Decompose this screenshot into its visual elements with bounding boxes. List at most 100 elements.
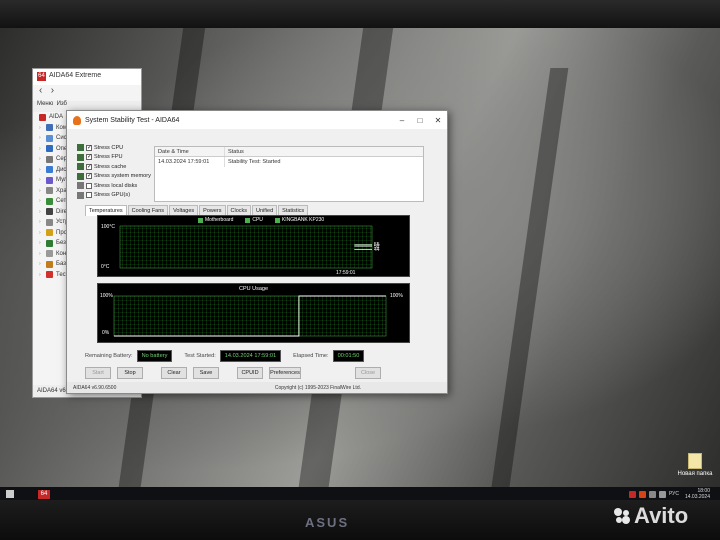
tray-network-icon[interactable] [648, 490, 656, 498]
tree-item-icon [46, 145, 53, 153]
menu-tab[interactable]: Меню [37, 101, 53, 107]
windows-start-icon[interactable] [6, 490, 14, 498]
chevron-right-icon[interactable]: › [39, 219, 44, 225]
stress-option-label: Stress system memory [94, 173, 151, 180]
tray-clock[interactable]: 18:00 14.03.2024 [685, 488, 710, 500]
chevron-right-icon[interactable]: › [39, 209, 44, 215]
desktop-folder-icon[interactable]: Новая папка [677, 453, 713, 477]
tray-language[interactable]: РУС [669, 491, 679, 497]
footer-copyright: Copyright (c) 1995-2023 FinalWire Ltd. [274, 384, 361, 391]
chevron-right-icon[interactable]: › [39, 230, 44, 236]
tray-flame-icon[interactable] [638, 490, 646, 498]
temp-y-bottom: 0°C [101, 264, 110, 270]
main-window-titlebar[interactable]: 64 AIDA64 Extreme [33, 69, 141, 85]
stress-option[interactable]: Stress local disks [77, 181, 155, 191]
close-button[interactable]: Close [355, 367, 381, 379]
main-nav-bar: ‹ › [33, 85, 141, 101]
start-button[interactable]: Start [85, 367, 111, 379]
stress-option-label: Stress cache [94, 163, 127, 170]
stress-option[interactable]: ✓ Stress FPU [77, 153, 155, 163]
chevron-right-icon[interactable]: › [39, 272, 44, 278]
stress-option-checkbox[interactable] [86, 182, 92, 189]
stress-option[interactable]: ✓ Stress CPU [77, 143, 155, 153]
stress-option-checkbox[interactable]: ✓ [86, 154, 92, 161]
monitor: Новая папка 64 AIDA64 Extreme ‹ › Меню Из… [0, 0, 720, 540]
stress-option-icon [77, 144, 84, 152]
chevron-right-icon[interactable]: › [39, 146, 44, 152]
stop-button[interactable]: Stop [117, 367, 143, 379]
chevron-right-icon[interactable]: › [39, 251, 44, 257]
stress-option[interactable]: Stress GPU(s) [77, 191, 155, 201]
back-arrow-icon[interactable]: ‹ [39, 85, 42, 96]
save-button[interactable]: Save [193, 367, 219, 379]
chevron-right-icon[interactable]: › [39, 261, 44, 267]
minimize-icon[interactable]: – [393, 116, 411, 125]
avito-dots-icon [614, 508, 630, 524]
chevron-right-icon[interactable]: › [39, 198, 44, 204]
stability-test-window[interactable]: System Stability Test - AIDA64 – □ ✕ ✓ St… [66, 110, 448, 394]
chevron-right-icon[interactable]: › [39, 188, 44, 194]
rock-crevice [489, 68, 569, 500]
legend-checkbox[interactable] [274, 217, 280, 223]
chevron-right-icon[interactable]: › [39, 125, 44, 131]
column-header-status[interactable]: Status [225, 147, 247, 156]
tray-volume-icon[interactable] [658, 490, 666, 498]
monitor-bezel-top [0, 0, 720, 28]
tree-item-icon [46, 197, 53, 205]
taskbar-aida64-icon[interactable]: 64 [38, 489, 50, 499]
chevron-right-icon[interactable]: › [39, 167, 44, 173]
favorites-tab[interactable]: Изб [57, 101, 67, 107]
tree-item-icon [46, 250, 53, 258]
legend-label: CPU [252, 217, 263, 223]
clear-button[interactable]: Clear [161, 367, 187, 379]
row-date: 14.03.2024 17:59:01 [155, 157, 225, 167]
aida64-logo-icon [39, 113, 46, 121]
tree-item-icon [46, 260, 53, 268]
legend-item[interactable]: KINGBANK KP230 [274, 217, 330, 223]
column-header-date[interactable]: Date & Time [155, 147, 225, 156]
stress-option-checkbox[interactable]: ✓ [86, 163, 92, 170]
legend-checkbox[interactable] [198, 217, 203, 223]
footer-version: AIDA64 v6.90.6500 [73, 384, 117, 391]
preferences-button[interactable]: Preferences [269, 367, 301, 379]
chevron-right-icon[interactable]: › [39, 135, 44, 141]
tree-item-icon [46, 271, 53, 279]
stress-option-checkbox[interactable]: ✓ [86, 173, 92, 180]
tray-aida64-icon[interactable] [628, 490, 636, 498]
legend-item[interactable]: Motherboard [198, 217, 239, 223]
chevron-right-icon[interactable]: › [39, 240, 44, 246]
tree-item-icon [46, 166, 53, 174]
cpuid-button[interactable]: CPUID [237, 367, 263, 379]
close-icon[interactable]: ✕ [429, 116, 447, 125]
tree-item-icon [46, 155, 53, 163]
status-table: Date & Time Status 14.03.2024 17:59:01 S… [154, 146, 424, 202]
table-row[interactable]: 14.03.2024 17:59:01 Stability Test: Star… [155, 157, 423, 167]
temperature-value-label: 44 [374, 246, 380, 253]
aida64-logo-icon: 64 [37, 72, 46, 81]
stress-option-checkbox[interactable] [86, 192, 92, 199]
stress-option[interactable]: ✓ Stress cache [77, 162, 155, 172]
stress-option-icon [77, 153, 84, 161]
stress-option-icon [77, 191, 84, 199]
tree-item-icon [46, 134, 53, 142]
chevron-right-icon[interactable]: › [39, 156, 44, 162]
tree-item-icon [46, 239, 53, 247]
stability-title: System Stability Test - AIDA64 [85, 116, 180, 124]
chevron-right-icon[interactable]: › [39, 177, 44, 183]
temp-time-label: 17:59:01 [336, 270, 356, 276]
cpu-y-top-right: 100% [390, 293, 403, 299]
legend-checkbox[interactable] [245, 217, 251, 223]
cpu-y-bottom-left: 0% [102, 330, 110, 336]
tree-item-icon [46, 208, 53, 216]
tree-item-icon [46, 176, 53, 184]
temperature-grid [119, 225, 373, 269]
maximize-icon[interactable]: □ [411, 116, 429, 125]
stability-titlebar[interactable]: System Stability Test - AIDA64 – □ ✕ [67, 111, 447, 129]
tree-item-icon [46, 218, 53, 226]
forward-arrow-icon[interactable]: › [51, 85, 54, 96]
stress-option-checkbox[interactable]: ✓ [86, 144, 92, 151]
system-tray: РУС 18:00 14.03.2024 [628, 487, 720, 501]
legend-item[interactable]: CPU [245, 217, 269, 223]
main-window-title: AIDA64 Extreme [49, 72, 102, 79]
stress-option[interactable]: ✓ Stress system memory [77, 172, 155, 182]
